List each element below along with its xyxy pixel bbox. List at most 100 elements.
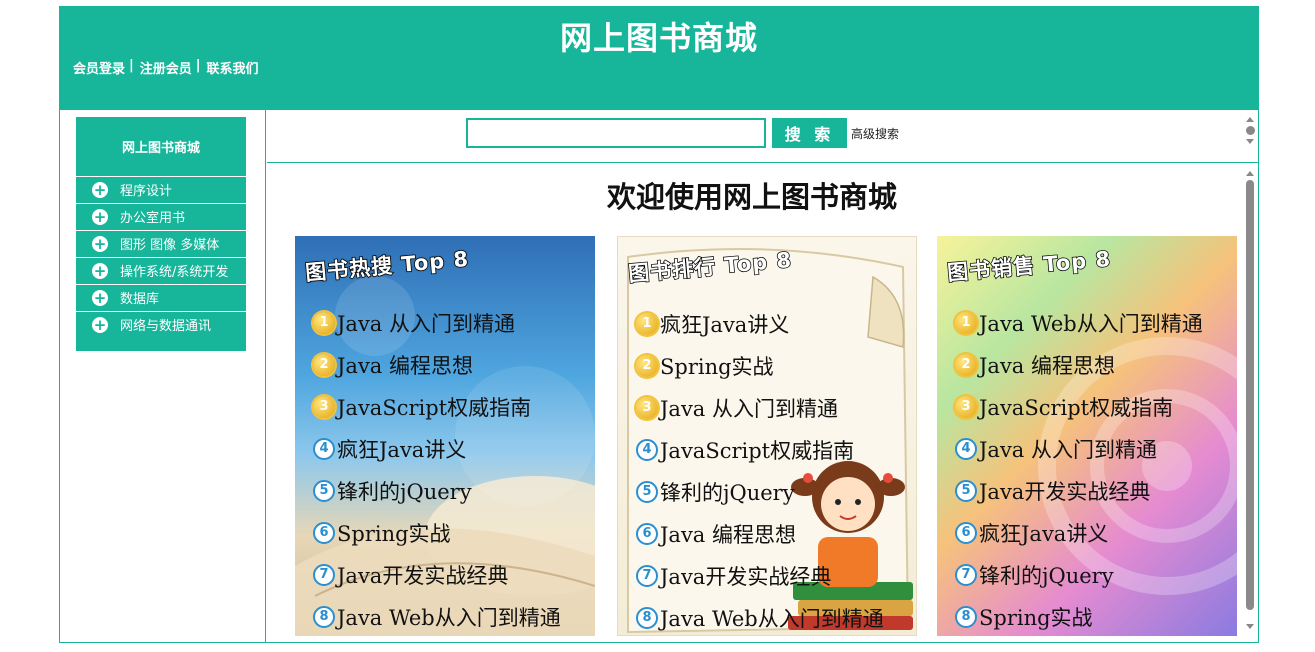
sidebar-item-network[interactable]: + 网络与数据通讯: [76, 311, 246, 337]
list-item[interactable]: 4 Java 从入门到精通: [955, 428, 1203, 470]
sidebar-item-label: 图形 图像 多媒体: [120, 238, 220, 253]
scroll-up-arrow-icon[interactable]: [1246, 171, 1254, 176]
list-item[interactable]: 3 JavaScript权威指南: [313, 386, 561, 428]
list-item[interactable]: 2 Java 编程思想: [313, 344, 561, 386]
rank-badge: 5: [313, 480, 335, 502]
list-item[interactable]: 8 Spring实战: [955, 596, 1203, 636]
rank-badge: 3: [313, 396, 335, 418]
list-item[interactable]: 7 Java开发实战经典: [313, 554, 561, 596]
rank-badge: 7: [313, 564, 335, 586]
link-separator: |: [129, 58, 134, 73]
rank-badge: 2: [636, 355, 658, 377]
rank-badge: 6: [955, 522, 977, 544]
sidebar-item-label: 网络与数据通讯: [120, 319, 212, 334]
book-title: Java开发实战经典: [979, 480, 1151, 504]
book-title: Java 编程思想: [979, 354, 1115, 378]
list-item[interactable]: 6 疯狂Java讲义: [955, 512, 1203, 554]
rank-badge: 4: [955, 438, 977, 460]
list-item[interactable]: 1 Java 从入门到精通: [313, 302, 561, 344]
content-scrollbar[interactable]: [1244, 168, 1256, 640]
sidebar-item-label: 数据库: [120, 292, 160, 307]
link-separator: |: [195, 58, 201, 73]
rank-badge: 2: [313, 354, 335, 376]
rank-badge: 5: [636, 481, 658, 503]
search-bar: 搜 索 高级搜索: [267, 110, 1258, 163]
book-title: 锋利的jQuery: [660, 481, 795, 505]
plus-circle-icon: +: [92, 288, 108, 307]
search-input[interactable]: [466, 118, 766, 148]
list-item[interactable]: 5 Java开发实战经典: [955, 470, 1203, 512]
category-menu: 网上图书商城 + 程序设计 + 办公室用书 + 图形 图像 多媒体 + 操作系统…: [76, 117, 246, 351]
book-title: Java Web从入门到精通: [660, 607, 884, 631]
book-title: Java Web从入门到精通: [337, 606, 561, 630]
list-item[interactable]: 2 Java 编程思想: [955, 344, 1203, 386]
book-title: 疯狂Java讲义: [660, 313, 790, 337]
list-item[interactable]: 4 JavaScript权威指南: [636, 429, 884, 471]
rank-badge: 1: [636, 313, 658, 335]
rank-badge: 5: [955, 480, 977, 502]
site-title: 网上图书商城: [559, 19, 758, 57]
book-title: 锋利的jQuery: [979, 564, 1114, 588]
register-link[interactable]: 注册会员: [140, 58, 192, 77]
list-item[interactable]: 1 Java Web从入门到精通: [955, 302, 1203, 344]
list-item[interactable]: 7 Java开发实战经典: [636, 555, 884, 597]
plus-circle-icon: +: [92, 234, 108, 253]
book-title: Spring实战: [979, 606, 1093, 630]
sidebar-title: 网上图书商城: [121, 140, 200, 156]
book-title: Java 从入门到精通: [660, 397, 838, 421]
sales-card: 图书销售 Top 8 1 Java Web从入门到精通 2 Java 编程思想 3J…: [937, 236, 1237, 636]
rank-badge: 7: [955, 564, 977, 586]
contact-link[interactable]: 联系我们: [207, 58, 259, 77]
sidebar-item-database[interactable]: + 数据库: [76, 284, 246, 310]
rank-badge: 4: [636, 439, 658, 461]
plus-circle-icon: +: [92, 261, 108, 280]
list-item[interactable]: 6 Spring实战: [313, 512, 561, 554]
scroll-down-arrow-icon[interactable]: [1246, 624, 1254, 629]
list-item[interactable]: 4 疯狂Java讲义: [313, 428, 561, 470]
book-title: Java 从入门到精通: [337, 312, 515, 336]
list-item[interactable]: 1 疯狂Java讲义: [636, 303, 884, 345]
list-item[interactable]: 5 锋利的jQuery: [636, 471, 884, 513]
sidebar-item-graphics[interactable]: + 图形 图像 多媒体: [76, 230, 246, 256]
advanced-search-link[interactable]: 高级搜索: [851, 125, 899, 142]
scroll-up-arrow-icon[interactable]: [1246, 117, 1254, 122]
scroll-down-arrow-icon[interactable]: [1246, 139, 1254, 144]
page-frame: 网上图书商城 会员登录 | 注册会员 | 联系我们 网上图书商城 + 程序设计 …: [59, 6, 1259, 643]
sidebar-item-programming[interactable]: + 程序设计: [76, 176, 246, 202]
rank-badge: 4: [313, 438, 335, 460]
ranking-card: 图书排行 Top 8 1 疯狂Java讲义 2 Spring实战 3 Java 从入门…: [617, 236, 917, 636]
login-link[interactable]: 会员登录: [73, 58, 125, 77]
sidebar-item-label: 办公室用书: [120, 211, 186, 226]
list-item[interactable]: 8 Java Web从入门到精通: [636, 597, 884, 635]
rank-badge: 6: [636, 523, 658, 545]
sidebar-item-label: 操作系统/系统开发: [120, 265, 229, 280]
plus-circle-icon: +: [92, 207, 108, 226]
book-title: 疯狂Java讲义: [979, 522, 1109, 546]
sidebar-item-os[interactable]: + 操作系统/系统开发: [76, 257, 246, 283]
list-item[interactable]: 3 Java 从入门到精通: [636, 387, 884, 429]
plus-circle-icon: +: [92, 180, 108, 199]
rank-badge: 1: [313, 312, 335, 334]
book-title: 疯狂Java讲义: [337, 438, 467, 462]
book-title: Java 编程思想: [337, 354, 473, 378]
rank-badge: 7: [636, 565, 658, 587]
search-frame-scrollbar[interactable]: [1244, 117, 1256, 155]
book-title: JavaScript权威指南: [979, 396, 1174, 420]
top-links: 会员登录 | 注册会员 | 联系我们: [73, 58, 259, 77]
list-item[interactable]: 8 Java Web从入门到精通: [313, 596, 561, 636]
scroll-thumb[interactable]: [1246, 180, 1254, 610]
sidebar-item-office[interactable]: + 办公室用书: [76, 203, 246, 229]
search-button[interactable]: 搜 索: [772, 118, 847, 148]
rank-badge: 6: [313, 522, 335, 544]
rank-badge: 8: [636, 607, 658, 629]
list-item[interactable]: 2 Spring实战: [636, 345, 884, 387]
list-item[interactable]: 3 JavaScript权威指南: [955, 386, 1203, 428]
list-item[interactable]: 5 锋利的jQuery: [313, 470, 561, 512]
sidebar: 网上图书商城 + 程序设计 + 办公室用书 + 图形 图像 多媒体 + 操作系统…: [60, 110, 266, 642]
scroll-thumb[interactable]: [1245, 126, 1255, 135]
book-list: 1 Java 从入门到精通 2 Java 编程思想 3 JavaScript权威指南 …: [313, 302, 561, 636]
list-item[interactable]: 7 锋利的jQuery: [955, 554, 1203, 596]
rank-badge: 8: [313, 606, 335, 628]
list-item[interactable]: 6 Java 编程思想: [636, 513, 884, 555]
sidebar-item-label: 程序设计: [120, 184, 173, 199]
